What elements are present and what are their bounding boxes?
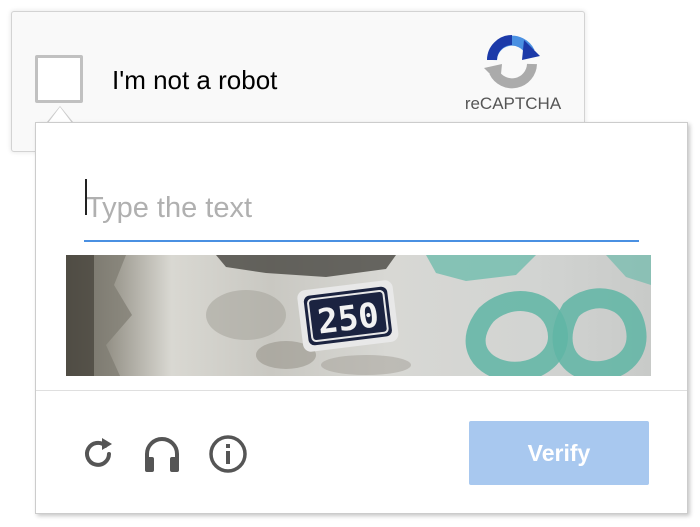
checkbox-label: I'm not a robot [112, 65, 278, 95]
footer-divider [36, 390, 687, 391]
plate-number: 250 [315, 295, 381, 342]
captcha-response-input[interactable] [84, 166, 639, 242]
audio-challenge-button[interactable] [140, 432, 184, 476]
info-icon [206, 432, 250, 476]
text-caret [85, 179, 87, 215]
verify-button[interactable]: Verify [469, 421, 649, 485]
reload-icon [76, 432, 120, 476]
not-a-robot-checkbox[interactable] [35, 55, 83, 103]
recaptcha-brand: reCAPTCHA [464, 94, 562, 113]
reload-button[interactable] [76, 432, 120, 476]
bubble-arrow [47, 106, 73, 123]
help-button[interactable] [206, 432, 250, 476]
recaptcha-logo-icon [480, 30, 544, 94]
headphones-icon [140, 432, 184, 476]
challenge-popup: 250 Verify [35, 122, 688, 514]
captcha-image: 250 [66, 255, 651, 376]
